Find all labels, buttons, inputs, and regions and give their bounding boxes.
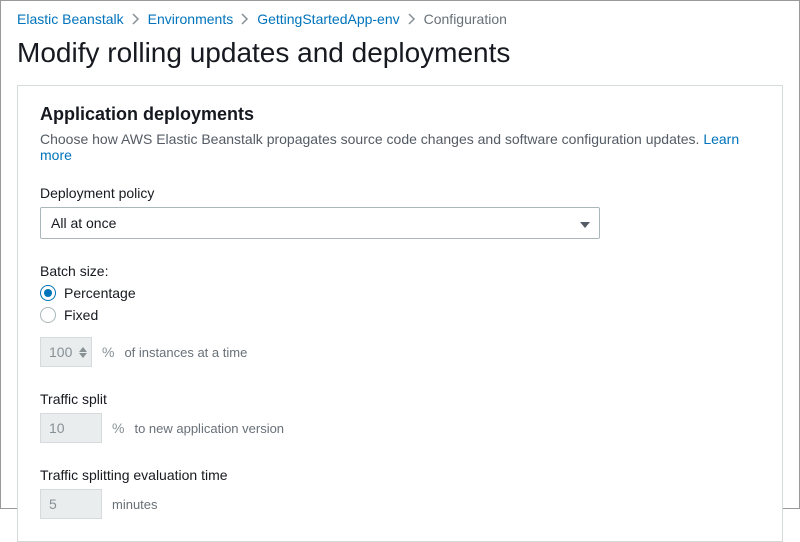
panel-description: Choose how AWS Elastic Beanstalk propaga…: [40, 131, 760, 163]
breadcrumb-link-service[interactable]: Elastic Beanstalk: [17, 11, 124, 27]
eval-time-label: Traffic splitting evaluation time: [40, 467, 760, 483]
deployment-policy-select[interactable]: All at once: [40, 207, 600, 239]
breadcrumb: Elastic Beanstalk Environments GettingSt…: [1, 1, 799, 33]
breadcrumb-link-env-name[interactable]: GettingStartedApp-env: [257, 11, 399, 27]
traffic-split-label: Traffic split: [40, 391, 760, 407]
chevron-right-icon: [132, 13, 140, 25]
breadcrumb-current: Configuration: [424, 11, 507, 27]
chevron-right-icon: [241, 13, 249, 25]
application-deployments-panel: Application deployments Choose how AWS E…: [17, 85, 783, 542]
deployment-policy-value[interactable]: All at once: [40, 207, 600, 239]
batch-size-value: 100: [41, 344, 79, 360]
radio-label-fixed: Fixed: [64, 307, 98, 323]
page-title: Modify rolling updates and deployments: [17, 37, 783, 69]
panel-description-text: Choose how AWS Elastic Beanstalk propaga…: [40, 131, 699, 147]
batch-size-hint: of instances at a time: [124, 345, 247, 360]
batch-size-label: Batch size:: [40, 263, 760, 279]
radio-unchecked-icon: [40, 307, 56, 323]
radio-checked-icon: [40, 285, 56, 301]
batch-size-radio-percentage[interactable]: Percentage: [40, 285, 760, 301]
batch-size-unit: %: [102, 344, 114, 360]
batch-size-radio-group: Percentage Fixed: [40, 285, 760, 323]
chevron-right-icon: [408, 13, 416, 25]
radio-label-percentage: Percentage: [64, 285, 136, 301]
panel-heading: Application deployments: [40, 104, 760, 125]
breadcrumb-link-environments[interactable]: Environments: [148, 11, 234, 27]
traffic-split-unit: %: [112, 420, 124, 436]
deployment-policy-label: Deployment policy: [40, 185, 760, 201]
traffic-split-row: 10 % to new application version: [40, 413, 760, 443]
batch-size-radio-fixed[interactable]: Fixed: [40, 307, 760, 323]
traffic-split-input[interactable]: 10: [40, 413, 102, 443]
traffic-split-hint: to new application version: [134, 421, 284, 436]
eval-time-row: 5 minutes: [40, 489, 760, 519]
spinner-icon: [79, 338, 91, 366]
batch-size-input[interactable]: 100: [40, 337, 92, 367]
eval-time-input[interactable]: 5: [40, 489, 102, 519]
eval-time-hint: minutes: [112, 497, 158, 512]
batch-size-row: 100 % of instances at a time: [40, 337, 760, 367]
